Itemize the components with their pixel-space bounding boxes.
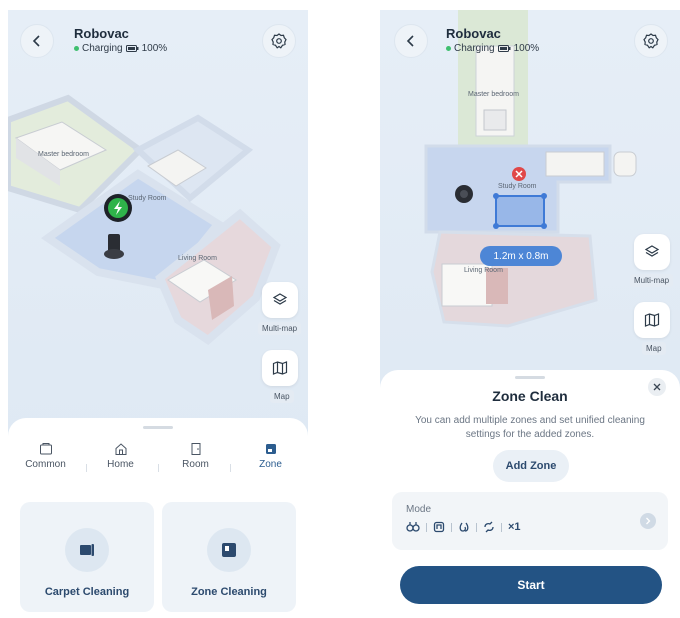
status-dot [446, 46, 451, 51]
multi-map-label: Multi-map [258, 322, 302, 335]
layers-icon [644, 245, 660, 257]
tab-zone-label: Zone [259, 459, 282, 470]
room-label-living: Living Room [178, 255, 217, 262]
sheet-handle[interactable] [515, 376, 545, 379]
battery-icon [497, 45, 511, 52]
mode-separator [451, 522, 452, 532]
tab-divider [158, 464, 159, 472]
mode-sheet: Common Home Room Zone Carpet Cleaning Zo… [8, 418, 308, 618]
card-icon [39, 443, 52, 455]
mode-selector[interactable]: Mode ×1 [392, 492, 668, 550]
home-map-screen: Master bedroom Study Room Living Room Ro… [8, 10, 308, 618]
mode-separator [476, 522, 477, 532]
mode-summary: ×1 [406, 521, 521, 533]
map-icon [272, 361, 288, 375]
vacuum-mop-icon [406, 522, 420, 532]
pillow-icon [483, 109, 507, 131]
carpet-cleaning-card[interactable]: Carpet Cleaning [20, 502, 154, 612]
zone-cleaning-icon [207, 528, 251, 572]
water-level-icon [459, 522, 469, 532]
route-icon [484, 521, 494, 533]
carpet-icon [65, 528, 109, 572]
chair-icon [613, 151, 637, 177]
room-label-study: Study Room [128, 195, 167, 202]
tab-home[interactable]: Home [86, 442, 156, 470]
multi-map-label: Multi-map [630, 274, 674, 287]
suction-icon [433, 521, 445, 533]
room-label-living: Living Room [464, 267, 503, 274]
status-text: Charging [454, 43, 495, 54]
tab-divider [86, 464, 87, 472]
map-label: Map [270, 390, 294, 403]
zone-cleaning-label: Zone Cleaning [191, 586, 267, 598]
room-label-master: Master bedroom [468, 91, 519, 98]
sheet-description: You can add multiple zones and set unifi… [415, 415, 645, 440]
room-label-study: Study Room [498, 183, 537, 190]
gear-icon [643, 33, 659, 49]
battery-text: 100% [513, 43, 540, 54]
map-label: Map [642, 342, 666, 355]
layers-icon [272, 293, 288, 305]
settings-button[interactable] [262, 24, 296, 58]
room-label-master: Master bedroom [38, 151, 89, 158]
battery-text: 100% [141, 43, 168, 54]
start-button[interactable]: Start [400, 566, 662, 604]
multi-map-button[interactable] [262, 282, 298, 318]
chevron-left-icon [406, 35, 414, 47]
sheet-handle[interactable] [143, 426, 173, 429]
mode-separator [426, 522, 427, 532]
clean-times: ×1 [508, 521, 521, 533]
tab-zone[interactable]: Zone [236, 442, 306, 470]
tab-room[interactable]: Room [161, 442, 231, 470]
tab-room-label: Room [182, 459, 209, 470]
mode-label: Mode [406, 504, 432, 515]
cleaning-zone[interactable] [493, 193, 547, 229]
chevron-left-icon [32, 35, 40, 47]
device-title: Robovac [446, 26, 501, 41]
device-title: Robovac [74, 26, 129, 41]
tab-home-label: Home [107, 459, 134, 470]
chevron-right-icon [640, 513, 656, 529]
battery-icon [125, 45, 139, 52]
back-button[interactable] [394, 24, 428, 58]
zone-clean-sheet: Zone Clean You can add multiple zones an… [380, 370, 680, 618]
sheet-title: Zone Clean [492, 388, 568, 404]
zone-size-label: 1.2m x 0.8m [480, 246, 562, 266]
delete-zone-icon[interactable] [512, 167, 526, 181]
add-zone-button[interactable]: Add Zone [493, 450, 569, 482]
mode-separator [501, 522, 502, 532]
tab-divider [230, 464, 231, 472]
device-status: Charging 100% [74, 43, 167, 54]
map-button[interactable] [262, 350, 298, 386]
status-text: Charging [82, 43, 123, 54]
back-button[interactable] [20, 24, 54, 58]
mode-tabs: Common Home Room Zone [8, 442, 308, 472]
multi-map-button[interactable] [634, 234, 670, 270]
tab-common-label: Common [25, 459, 66, 470]
door-icon [191, 443, 200, 455]
map-button[interactable] [634, 302, 670, 338]
carpet-cleaning-label: Carpet Cleaning [44, 586, 130, 598]
status-dot [74, 46, 79, 51]
zone-icon [265, 444, 276, 454]
map-icon [644, 313, 660, 327]
settings-button[interactable] [634, 24, 668, 58]
zone-cleaning-card[interactable]: Zone Cleaning [162, 502, 296, 612]
sofa-icon [545, 151, 605, 177]
device-status: Charging 100% [446, 43, 539, 54]
tab-common[interactable]: Common [11, 442, 81, 470]
zone-clean-screen: Master bedroom Study Room Living Room 1.… [380, 10, 680, 618]
gear-icon [271, 33, 287, 49]
home-icon [115, 443, 126, 455]
